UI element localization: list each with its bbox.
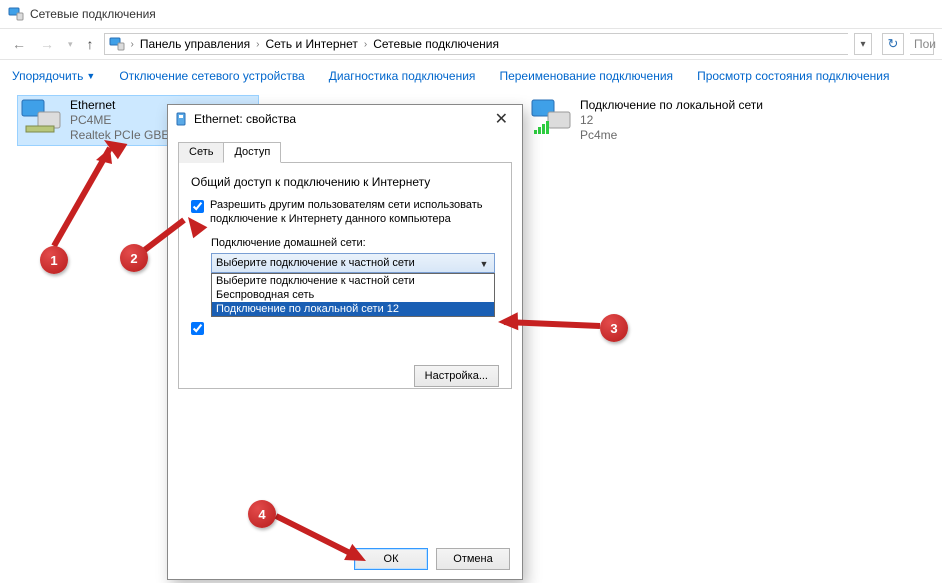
tab-access[interactable]: Доступ: [223, 142, 281, 163]
connections-pane: Ethernet PC4ME Realtek PCIe GBE Подключе…: [0, 92, 942, 104]
network-connections-icon: [8, 6, 24, 22]
connection-domain: PC4ME: [70, 113, 169, 128]
organize-menu[interactable]: Упорядочить ▼: [12, 69, 95, 83]
dropdown-option-selected[interactable]: Подключение по локальной сети 12: [212, 302, 494, 316]
close-button[interactable]: ✕: [487, 109, 516, 129]
home-network-dropdown[interactable]: Выберите подключение к частной сети Бесп…: [211, 273, 495, 317]
ethernet-adapter-icon: [20, 98, 62, 136]
home-network-label: Подключение домашней сети:: [211, 237, 499, 249]
nav-bar: ← → ▾ ↑ › Панель управления › Сеть и Инт…: [0, 28, 942, 60]
annotation-badge-1: 1: [40, 246, 68, 274]
forward-button[interactable]: →: [36, 34, 58, 54]
select-value: Выберите подключение к частной сети: [216, 257, 415, 269]
chevron-down-icon: ▼: [86, 71, 95, 81]
chevron-right-icon: ›: [362, 39, 369, 50]
location-icon: [109, 36, 125, 52]
connection-adapter: Realtek PCIe GBE: [70, 128, 169, 143]
ics-group-label: Общий доступ к подключению к Интернету: [191, 175, 499, 189]
disable-device-cmd[interactable]: Отключение сетевого устройства: [119, 69, 304, 83]
secondary-checkbox[interactable]: [191, 321, 499, 335]
dropdown-option[interactable]: Беспроводная сеть: [212, 288, 494, 302]
breadcrumb-item[interactable]: Панель управления: [138, 37, 252, 51]
allow-sharing-input[interactable]: [191, 200, 204, 213]
annotation-badge-2: 2: [120, 244, 148, 272]
connection-item-lan[interactable]: Подключение по локальной сети 12 Pc4me: [530, 98, 770, 143]
annotation-badge-3: 3: [600, 314, 628, 342]
status-cmd[interactable]: Просмотр состояния подключения: [697, 69, 889, 83]
refresh-button[interactable]: ↻: [882, 33, 904, 55]
cmd-label: Упорядочить: [12, 69, 83, 83]
allow-sharing-text: Разрешить другим пользователям сети испо…: [210, 199, 499, 227]
connection-name: Подключение по локальной сети: [580, 98, 763, 113]
dialog-title: Ethernet: свойства: [194, 112, 487, 126]
chevron-right-icon: ›: [129, 39, 136, 50]
dialog-body: Сеть Доступ Общий доступ к подключению к…: [168, 133, 522, 539]
command-bar: Упорядочить ▼ Отключение сетевого устрой…: [0, 60, 942, 92]
chevron-down-icon: ▼: [477, 257, 491, 271]
window-title: Сетевые подключения: [30, 7, 156, 21]
tab-network[interactable]: Сеть: [178, 142, 224, 163]
access-panel: Общий доступ к подключению к Интернету Р…: [178, 163, 512, 389]
connection-name: Ethernet: [70, 98, 169, 113]
chevron-right-icon: ›: [254, 39, 261, 50]
ok-button[interactable]: ОК: [354, 548, 428, 570]
window-titlebar: Сетевые подключения: [0, 0, 942, 28]
back-button[interactable]: ←: [8, 34, 30, 54]
cancel-button[interactable]: Отмена: [436, 548, 510, 570]
search-input[interactable]: Пои: [910, 33, 934, 55]
lan-adapter-icon: [530, 98, 572, 136]
dialog-footer: ОК Отмена: [168, 539, 522, 579]
annotation-badge-4: 4: [248, 500, 276, 528]
diagnose-cmd[interactable]: Диагностика подключения: [329, 69, 476, 83]
connection-line2: 12: [580, 113, 763, 128]
connection-line3: Pc4me: [580, 128, 763, 143]
home-network-select[interactable]: Выберите подключение к частной сети ▼: [211, 253, 495, 273]
properties-dialog: Ethernet: свойства ✕ Сеть Доступ Общий д…: [167, 104, 523, 580]
allow-sharing-checkbox[interactable]: Разрешить другим пользователям сети испо…: [191, 199, 499, 227]
recent-locations[interactable]: ▾: [64, 37, 77, 52]
annotation-arrow-1: [40, 130, 130, 250]
settings-button[interactable]: Настройка...: [414, 365, 499, 387]
search-placeholder: Пои: [914, 37, 936, 51]
breadcrumb-dropdown[interactable]: ▾: [854, 33, 872, 55]
breadcrumb-item[interactable]: Сетевые подключения: [371, 37, 501, 51]
dialog-titlebar[interactable]: Ethernet: свойства ✕: [168, 105, 522, 133]
tabstrip: Сеть Доступ: [178, 141, 512, 163]
up-button[interactable]: ↑: [83, 34, 98, 54]
rename-cmd[interactable]: Переименование подключения: [499, 69, 673, 83]
ethernet-icon: [174, 112, 188, 126]
breadcrumb[interactable]: › Панель управления › Сеть и Интернет › …: [104, 33, 848, 55]
secondary-checkbox-input[interactable]: [191, 322, 204, 335]
breadcrumb-item[interactable]: Сеть и Интернет: [263, 37, 359, 51]
dropdown-option[interactable]: Выберите подключение к частной сети: [212, 274, 494, 288]
